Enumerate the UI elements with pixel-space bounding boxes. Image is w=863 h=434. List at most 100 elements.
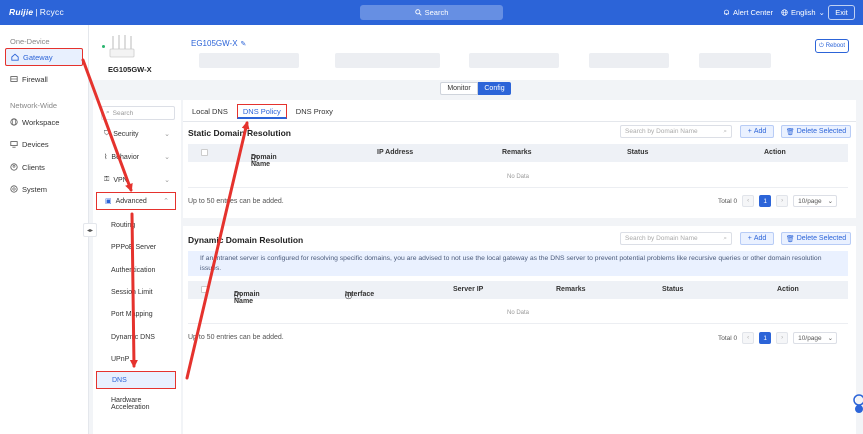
device-name-text: EG105GW-X bbox=[191, 39, 238, 48]
submenu-item-label: Advanced bbox=[115, 197, 147, 205]
submenu-item-security[interactable]: ⛉ Security ⌄ bbox=[96, 125, 176, 143]
delete-label: Delete Selected bbox=[796, 235, 847, 242]
system-icon bbox=[10, 185, 18, 193]
tab-local-dns[interactable]: Local DNS bbox=[187, 104, 233, 119]
plus-icon: + bbox=[747, 128, 752, 135]
language-label: English bbox=[791, 8, 816, 17]
help-widget-icon[interactable] bbox=[851, 393, 863, 415]
page-size-select[interactable]: 10/page ⌄ bbox=[793, 332, 838, 344]
submenu-child-dns[interactable]: DNS bbox=[96, 371, 176, 389]
static-no-data: No Data bbox=[506, 174, 529, 180]
static-table-header: Domain Name ⓘ IP Address Remarks Status A… bbox=[188, 144, 848, 168]
page-number-button[interactable]: 1 bbox=[759, 332, 772, 344]
total-count: Total 0 bbox=[718, 197, 738, 205]
chevron-down-icon: ⌄ bbox=[827, 335, 834, 342]
sidebar-item-gateway[interactable]: Gateway bbox=[5, 48, 83, 66]
static-section-title: Static Domain Resolution bbox=[188, 128, 291, 138]
page-size-select[interactable]: 10/page ⌄ bbox=[793, 195, 838, 207]
select-all-checkbox[interactable] bbox=[201, 149, 208, 156]
next-page-button[interactable]: › bbox=[776, 332, 789, 344]
redacted-info bbox=[335, 53, 440, 68]
redacted-info bbox=[469, 53, 559, 68]
sidebar-item-label: Firewall bbox=[22, 74, 48, 84]
chevron-down-icon: ⌄ bbox=[827, 198, 834, 205]
submenu-child-pppoe-server[interactable]: PPPoE Server bbox=[96, 238, 176, 256]
add-label: Add bbox=[753, 235, 767, 242]
monitor-toggle[interactable]: Monitor bbox=[440, 82, 478, 95]
online-status-dot bbox=[102, 45, 105, 48]
chart-icon: ⌇ bbox=[104, 154, 108, 161]
tab-dns-policy[interactable]: DNS Policy bbox=[236, 104, 287, 119]
config-toggle[interactable]: Config bbox=[478, 82, 511, 95]
dns-content: Local DNS DNS Policy DNS Proxy Static Do… bbox=[183, 100, 856, 434]
dynamic-add-button[interactable]: + Add bbox=[740, 232, 774, 245]
prev-page-button[interactable]: ‹ bbox=[742, 332, 755, 344]
submenu-search-placeholder: Search bbox=[112, 109, 134, 117]
sidebar-item-system[interactable]: System bbox=[5, 180, 83, 198]
reboot-button[interactable]: ⏻ Reboot bbox=[815, 39, 849, 53]
sidebar-item-workspace[interactable]: Workspace bbox=[5, 113, 83, 131]
section-divider bbox=[183, 218, 856, 226]
submenu-search-input[interactable]: ⌕ Search bbox=[101, 106, 175, 120]
column-header-server-ip: Server IP bbox=[453, 286, 484, 293]
sidebar-item-label: Clients bbox=[22, 162, 45, 172]
dynamic-pagination: Total 0 ‹ 1 › 10/page ⌄ bbox=[718, 332, 838, 344]
help-icon: ⓘ bbox=[345, 293, 352, 300]
submenu-item-behavior[interactable]: ⌇ Behavior ⌄ bbox=[96, 148, 176, 166]
column-header-status: Status bbox=[627, 149, 649, 156]
submenu-child-upnp[interactable]: UPnP bbox=[96, 350, 176, 368]
sidebar-item-label: Workspace bbox=[22, 117, 60, 127]
submenu-item-advanced[interactable]: ▣ Advanced ⌃ bbox=[96, 192, 176, 210]
dynamic-delete-selected-button[interactable]: 🗑 Delete Selected bbox=[781, 232, 851, 245]
sidebar-item-firewall[interactable]: Firewall bbox=[5, 70, 83, 88]
sidebar-item-devices[interactable]: Devices bbox=[5, 135, 83, 153]
vpn-icon: ⚿ bbox=[104, 176, 110, 183]
static-pagination: Total 0 ‹ 1 › 10/page ⌄ bbox=[718, 195, 838, 207]
home-icon bbox=[11, 53, 19, 61]
total-count: Total 0 bbox=[718, 334, 738, 342]
collapse-submenu-button[interactable]: ◂▸ bbox=[83, 223, 97, 237]
device-model-label: EG105GW-X bbox=[108, 65, 152, 74]
submenu-item-vpn[interactable]: ⚿ VPN ⌄ bbox=[96, 171, 176, 189]
search-icon: ⌕ bbox=[723, 234, 727, 242]
dynamic-search-input[interactable]: Search by Domain Name ⌕ bbox=[620, 232, 732, 245]
device-name-link[interactable]: EG105GW-X ✎ bbox=[191, 39, 246, 48]
sidebar-item-label: System bbox=[22, 184, 48, 194]
submenu-item-label: Behavior bbox=[111, 153, 140, 161]
submenu-child-routing[interactable]: Routing bbox=[96, 216, 176, 234]
submenu-item-label: Security bbox=[113, 130, 139, 138]
dynamic-table-header: Domain Name ⓘ Interface ⓘ Server IP Remark… bbox=[188, 281, 848, 305]
top-bar: Ruijie | Rcycc Search Alert Center English… bbox=[0, 0, 863, 25]
row-divider bbox=[188, 323, 848, 324]
page-number-button[interactable]: 1 bbox=[759, 195, 772, 207]
global-search-label: Search bbox=[424, 8, 449, 17]
submenu-child-port-mapping[interactable]: Port Mapping bbox=[96, 305, 176, 323]
static-search-placeholder: Search by Domain Name bbox=[625, 128, 698, 135]
dynamic-search-placeholder: Search by Domain Name bbox=[625, 235, 698, 242]
alert-center-link[interactable]: Alert Center bbox=[723, 8, 773, 17]
language-selector[interactable]: English ⌄ bbox=[781, 8, 825, 17]
sidebar-item-clients[interactable]: Clients bbox=[5, 158, 83, 176]
prev-page-button[interactable]: ‹ bbox=[742, 195, 755, 207]
delete-label: Delete Selected bbox=[796, 128, 847, 135]
submenu-child-dynamic-dns[interactable]: Dynamic DNS bbox=[96, 328, 176, 346]
tab-dns-proxy[interactable]: DNS Proxy bbox=[291, 104, 338, 119]
submenu-child-session-limit[interactable]: Session Limit bbox=[96, 283, 176, 301]
bell-icon bbox=[724, 9, 729, 15]
global-search[interactable]: Search bbox=[360, 5, 503, 20]
static-delete-selected-button[interactable]: 🗑 Delete Selected bbox=[781, 125, 851, 138]
submenu-child-hardware-acceleration[interactable]: Hardware Acceleration bbox=[96, 395, 176, 413]
toolbox-icon: ▣ bbox=[105, 198, 112, 205]
exit-button[interactable]: Exit bbox=[828, 5, 855, 20]
globe-icon bbox=[781, 9, 788, 16]
static-search-input[interactable]: Search by Domain Name ⌕ bbox=[620, 125, 732, 138]
alert-center-label: Alert Center bbox=[733, 8, 774, 17]
clients-icon bbox=[10, 163, 18, 171]
submenu-child-authentication[interactable]: Authentication bbox=[96, 261, 176, 279]
static-add-button[interactable]: + Add bbox=[740, 125, 774, 138]
search-icon bbox=[414, 9, 422, 16]
next-page-button[interactable]: › bbox=[776, 195, 789, 207]
device-header: EG105GW-X EG105GW-X ✎ ⏻ Reboot bbox=[89, 25, 863, 80]
select-all-checkbox[interactable] bbox=[201, 286, 208, 293]
column-header-remarks: Remarks bbox=[502, 149, 532, 156]
